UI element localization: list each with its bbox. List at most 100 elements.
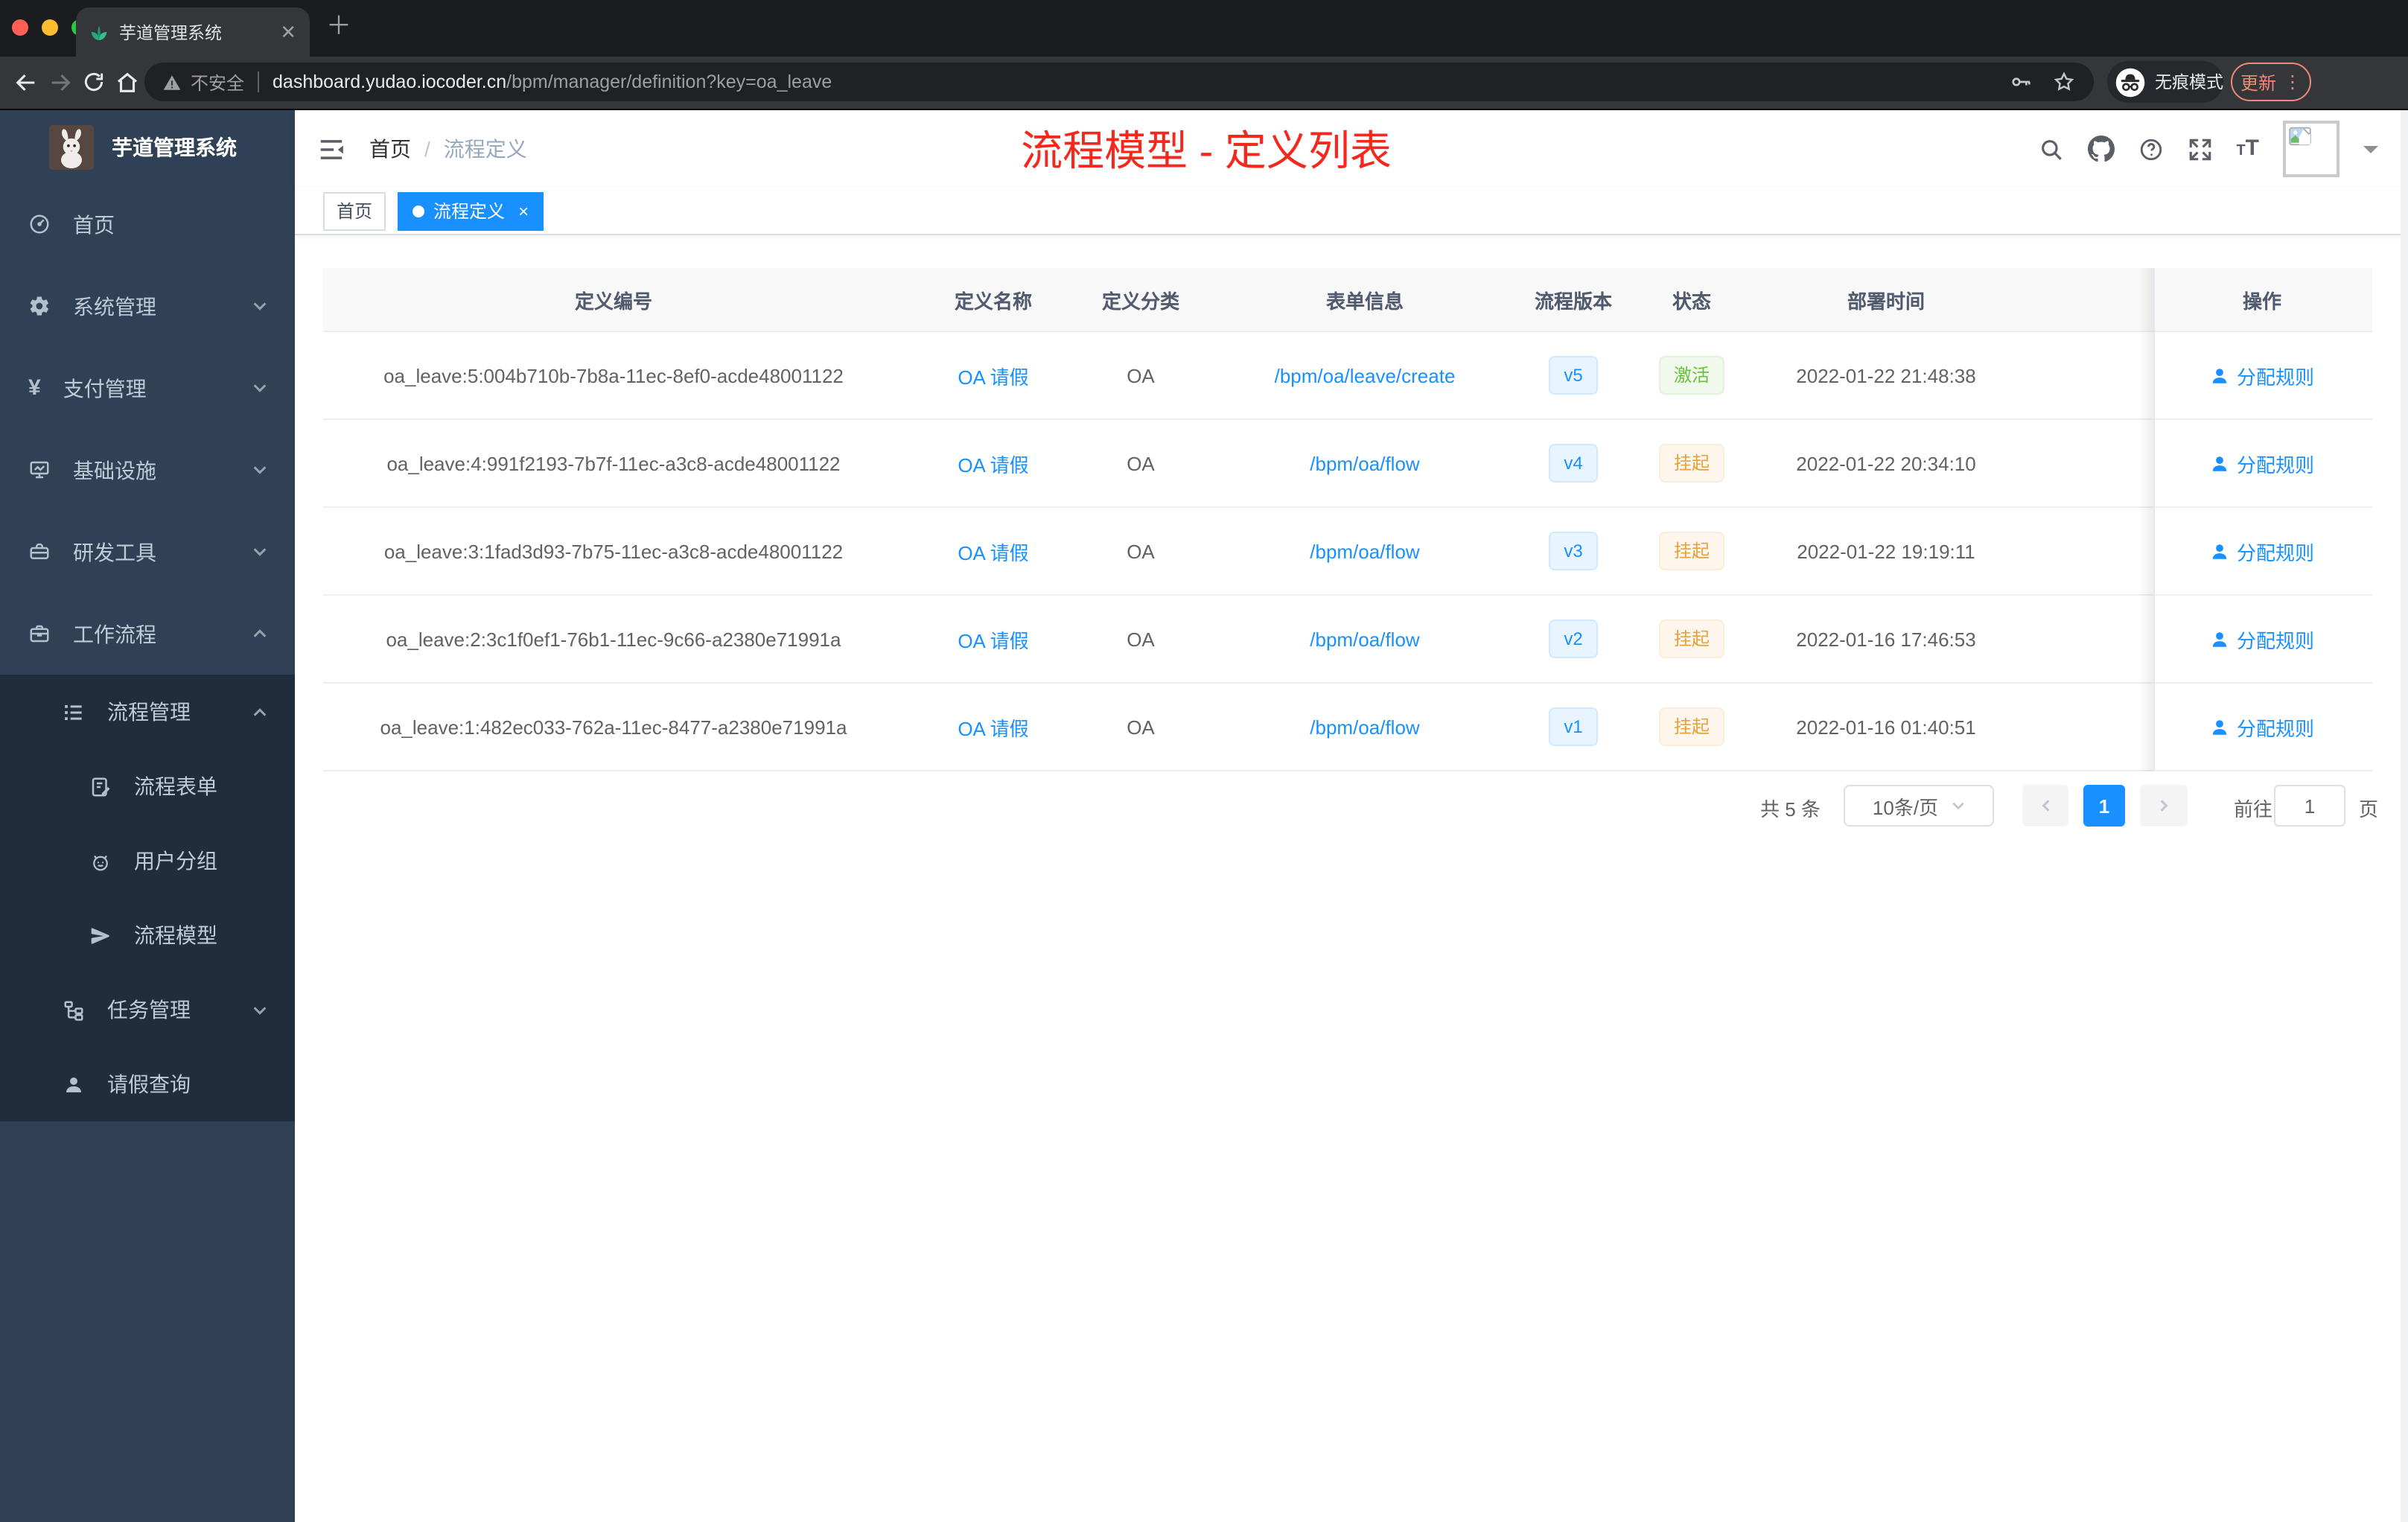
- table-header: 定义编号 定义名称 定义分类 表单信息 流程版本 状态 部署时间 操作: [323, 268, 2372, 332]
- prev-page-button[interactable]: [2022, 785, 2068, 827]
- breadcrumb-home[interactable]: 首页: [369, 134, 411, 164]
- sidebar-logo[interactable]: 芋道管理系统: [0, 110, 295, 183]
- tag-process-definition[interactable]: 流程定义 ×: [398, 191, 544, 230]
- table-row: oa_leave:2:3c1f0ef1-76b1-11ec-9c66-a2380…: [323, 596, 2372, 684]
- help-icon[interactable]: [2138, 136, 2163, 162]
- sidebar-item-label: 任务管理: [107, 998, 191, 1022]
- breadcrumb-current: 流程定义: [443, 137, 527, 161]
- sidebar-item-system[interactable]: 系统管理: [0, 265, 295, 347]
- assign-rule-button[interactable]: 分配规则: [2210, 537, 2314, 565]
- sidebar-item-workflow[interactable]: 工作流程: [0, 593, 295, 675]
- back-icon[interactable]: [13, 70, 39, 103]
- goto-page-input[interactable]: [2274, 785, 2345, 827]
- version-badge: v3: [1549, 532, 1598, 570]
- assign-rule-button[interactable]: 分配规则: [2210, 625, 2314, 653]
- sidebar-item-process-form[interactable]: 流程表单: [0, 749, 295, 824]
- browser-tab[interactable]: 芋道管理系统 ✕: [76, 7, 310, 57]
- main-content: 首页 / 流程定义 流程模型 - 定义列表 TT 首页 流程定义 × 定义编号 …: [295, 110, 2408, 1522]
- logo-rabbit-image: [49, 124, 94, 169]
- sidebar-item-label: 基础设施: [73, 458, 156, 482]
- definition-name-link[interactable]: OA 请假: [958, 541, 1028, 564]
- search-icon[interactable]: [2038, 136, 2063, 162]
- form-link[interactable]: /bpm/oa/flow: [1310, 452, 1419, 474]
- sidebar-item-label: 支付管理: [63, 376, 147, 400]
- address-bar[interactable]: 不安全 dashboard.yudao.iocoder.cn/bpm/manag…: [144, 63, 2094, 101]
- browser-menu-icon[interactable]: ⋮: [2284, 73, 2302, 91]
- not-secure-label[interactable]: 不安全: [191, 69, 244, 95]
- version-badge: v2: [1549, 620, 1598, 658]
- sidebar-item-label: 流程表单: [134, 774, 217, 798]
- person-icon: [2212, 368, 2227, 383]
- next-page-button[interactable]: [2140, 785, 2188, 827]
- cell-definition-id: oa_leave:3:1fad3d93-7b75-11ec-a3c8-acde4…: [383, 540, 844, 562]
- new-tab-icon[interactable]: ＋: [326, 13, 351, 39]
- sidebar-item-user-group[interactable]: 用户分组: [0, 824, 295, 898]
- tag-close-icon[interactable]: ×: [518, 202, 529, 220]
- sidebar-item-leave-query[interactable]: 请假查询: [0, 1047, 295, 1121]
- cell-deploy-time: 2022-01-22 20:34:10: [1796, 452, 1976, 474]
- broken-image-icon: [2289, 127, 2311, 146]
- cell-category: OA: [1127, 364, 1155, 386]
- form-link[interactable]: /bpm/oa/flow: [1310, 540, 1419, 562]
- cell-deploy-time: 2022-01-22 19:19:11: [1797, 540, 1975, 562]
- definition-name-link[interactable]: OA 请假: [958, 629, 1028, 652]
- chevron-up-icon: [252, 704, 268, 720]
- chevron-up-icon: [252, 625, 268, 642]
- font-size-icon[interactable]: TT: [2236, 136, 2259, 162]
- browser-chrome: 芋道管理系统 ✕ ＋ 不安全 dashboard.yudao.iocoder.c…: [0, 0, 2408, 110]
- navbar-actions: TT: [2038, 110, 2378, 188]
- goto-label: 前往: [2234, 798, 2273, 821]
- bookmark-star-icon[interactable]: [2052, 70, 2076, 94]
- page-size-select[interactable]: 10条/页: [1844, 785, 1994, 827]
- screen: 芋道管理系统 ✕ ＋ 不安全 dashboard.yudao.iocoder.c…: [0, 0, 2408, 1522]
- sidebar-item-label: 首页: [73, 212, 115, 236]
- forward-icon[interactable]: [48, 70, 73, 103]
- sidebar-item-infrastructure[interactable]: 基础设施: [0, 429, 295, 511]
- fixed-column-divider: [2153, 268, 2155, 771]
- assign-rule-button[interactable]: 分配规则: [2210, 361, 2314, 389]
- sidebar-item-process-management[interactable]: 流程管理: [0, 675, 295, 749]
- sidebar-item-process-model[interactable]: 流程模型: [0, 898, 295, 972]
- reload-icon[interactable]: [82, 70, 106, 101]
- tag-home[interactable]: 首页: [323, 191, 386, 230]
- window-minimize-button[interactable]: [42, 19, 58, 36]
- sidebar-item-home[interactable]: 首页: [0, 183, 295, 265]
- hamburger-icon[interactable]: [317, 136, 345, 171]
- page-unit-label: 页: [2359, 798, 2379, 821]
- pagination: 共 5 条 10条/页 1 前往 页: [295, 783, 2408, 828]
- home-icon[interactable]: [115, 70, 140, 103]
- caret-down-icon[interactable]: [2363, 146, 2378, 161]
- sidebar-item-label: 流程模型: [134, 923, 217, 947]
- form-link[interactable]: /bpm/oa/flow: [1310, 716, 1419, 738]
- definition-name-link[interactable]: OA 请假: [958, 366, 1028, 388]
- sidebar-item-devtools[interactable]: 研发工具: [0, 511, 295, 593]
- yen-icon: ¥: [28, 375, 41, 401]
- password-key-icon[interactable]: [2009, 70, 2033, 94]
- breadcrumb: 首页 / 流程定义: [369, 110, 527, 188]
- assign-rule-button[interactable]: 分配规则: [2210, 713, 2314, 741]
- definition-name-link[interactable]: OA 请假: [958, 453, 1028, 476]
- assign-rule-button[interactable]: 分配规则: [2210, 449, 2314, 477]
- form-link[interactable]: /bpm/oa/flow: [1310, 628, 1419, 650]
- page-number-button[interactable]: 1: [2083, 785, 2125, 827]
- col-definition-id: 定义编号: [574, 290, 652, 312]
- avatar[interactable]: [2283, 121, 2339, 177]
- definition-name-link[interactable]: OA 请假: [958, 717, 1028, 739]
- col-status: 状态: [1672, 290, 1711, 312]
- sidebar-item-payment[interactable]: ¥ 支付管理: [0, 347, 295, 429]
- tab-close-icon[interactable]: ✕: [280, 22, 296, 42]
- fullscreen-icon[interactable]: [2187, 136, 2212, 162]
- scrollbar[interactable]: [2401, 110, 2408, 1522]
- chrome-update-button[interactable]: 更新 ⋮: [2231, 63, 2311, 101]
- status-badge: 挂起: [1658, 707, 1724, 746]
- sidebar-item-task-management[interactable]: 任务管理: [0, 972, 295, 1047]
- status-badge: 挂起: [1658, 444, 1724, 483]
- table-row: oa_leave:1:482ec033-762a-11ec-8477-a2380…: [323, 684, 2372, 771]
- window-close-button[interactable]: [12, 19, 28, 36]
- github-icon[interactable]: [2087, 136, 2115, 162]
- form-edit-icon: [89, 775, 112, 797]
- form-link[interactable]: /bpm/oa/leave/create: [1275, 364, 1456, 386]
- tags-bar: 首页 流程定义 ×: [295, 188, 2408, 235]
- definition-table: 定义编号 定义名称 定义分类 表单信息 流程版本 状态 部署时间 操作 oa_l…: [323, 268, 2372, 771]
- toolbox-icon: [28, 541, 51, 563]
